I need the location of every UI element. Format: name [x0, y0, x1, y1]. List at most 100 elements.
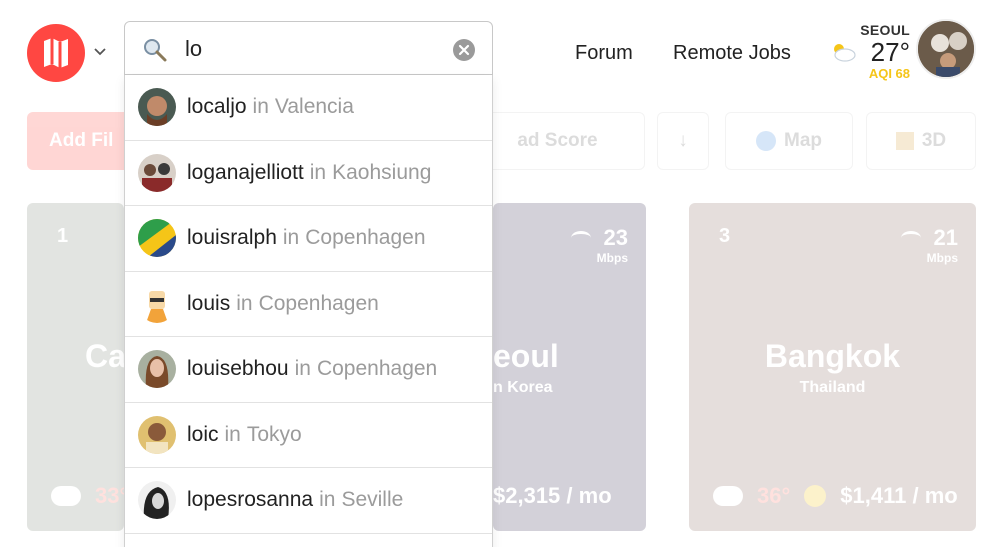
wifi-icon: [901, 231, 922, 245]
search-results-dropdown: localjo in Valencia loganajelliott in Ka…: [124, 75, 493, 547]
user-photo: [918, 21, 974, 77]
wifi-icon: [571, 231, 592, 245]
card-temp: 36°: [757, 483, 791, 508]
result-in: in: [309, 160, 327, 184]
search-input[interactable]: [185, 34, 435, 64]
card-speed-value: 21: [933, 225, 958, 250]
result-location: Copenhagen: [316, 357, 438, 381]
card-country: n Korea: [493, 379, 553, 396]
search-result-item[interactable]: localjo in Valencia: [125, 75, 492, 141]
sort-direction-label: ↓: [678, 130, 688, 151]
user-photo: [138, 88, 176, 127]
clear-search-button[interactable]: [453, 39, 475, 61]
search-result-item[interactable]: louisralph in Copenhagen: [125, 206, 492, 272]
result-avatar: [138, 415, 176, 454]
result-location: Copenhagen: [258, 291, 379, 315]
card-bottom: 36° $1,411 / mo: [713, 483, 958, 509]
result-in: in: [282, 226, 300, 250]
card-bg: [27, 203, 124, 531]
city-card-1[interactable]: 1 Ca 33°: [27, 203, 124, 531]
result-in: in: [236, 291, 253, 315]
weather-aqi: AQI 68: [868, 66, 910, 81]
card-city: eoul: [493, 338, 559, 374]
card-cost: $1,411 / mo: [840, 483, 958, 508]
card-rank: 3: [719, 225, 731, 247]
city-card-3[interactable]: 3 21 Mbps Bangkok Thailand 36° $1,411 / …: [689, 203, 976, 531]
cloud-icon: [713, 486, 743, 506]
result-avatar: [138, 350, 176, 389]
result-in: in: [252, 95, 269, 119]
result-location: Copenhagen: [305, 226, 426, 250]
result-avatar: [138, 481, 176, 520]
search-icon: [144, 39, 167, 62]
globe-icon: [756, 131, 776, 151]
nav-forum-link[interactable]: Forum: [575, 42, 633, 65]
map-logo-icon: [44, 38, 68, 68]
user-photo: [138, 219, 176, 258]
cube-icon: [895, 132, 914, 150]
result-username: louis: [187, 291, 231, 315]
user-photo: [138, 481, 176, 520]
card-speed-unit: Mbps: [926, 251, 958, 265]
sun-icon: [804, 485, 827, 507]
search-bar[interactable]: [124, 21, 493, 75]
weather-widget[interactable]: SEOUL 27° AQI 68: [830, 22, 910, 82]
sort-score-button[interactable]: ad Score: [470, 112, 645, 170]
3d-button[interactable]: 3D: [866, 112, 976, 170]
rain-cloud-icon: [51, 486, 81, 506]
user-avatar[interactable]: [916, 19, 976, 79]
result-location: Valencia: [274, 95, 354, 119]
add-filter-label: Add Fil: [49, 130, 114, 151]
map-label: Map: [784, 130, 822, 151]
card-speed: 21 Mbps: [901, 225, 958, 265]
search-result-item[interactable]: louisebhou in Copenhagen: [125, 337, 492, 403]
search-result-item[interactable]: louis in Copenhagen: [125, 272, 492, 337]
nomad-logo[interactable]: [27, 24, 85, 82]
result-location: Seville: [341, 488, 404, 512]
result-username: localjo: [187, 95, 247, 119]
nav-remote-jobs-link[interactable]: Remote Jobs: [673, 42, 791, 65]
card-speed-value: 23: [603, 225, 628, 250]
user-photo: [138, 350, 176, 389]
search-result-item[interactable]: loic in Tokyo: [125, 403, 492, 468]
card-bg: [493, 203, 646, 531]
user-photo: [138, 153, 176, 192]
city-card-2[interactable]: 23 Mbps eoul n Korea $2,315 / mo: [493, 203, 646, 531]
result-avatar: [138, 219, 176, 258]
result-avatar: [138, 153, 176, 192]
result-avatar: [138, 284, 176, 323]
user-photo: [138, 415, 176, 454]
result-username: loganajelliott: [187, 160, 304, 184]
card-bg: [689, 203, 976, 531]
card-speed-unit: Mbps: [596, 251, 628, 265]
result-in: in: [319, 488, 336, 512]
card-temp: 33°: [95, 483, 124, 508]
card-bottom: $2,315 / mo: [493, 483, 612, 509]
map-button[interactable]: Map: [725, 112, 853, 170]
result-username: louisralph: [187, 226, 277, 250]
result-location: Tokyo: [246, 422, 302, 446]
result-username: lopesrosanna: [187, 488, 314, 512]
3d-label: 3D: [921, 130, 947, 151]
sort-score-label: ad Score: [517, 130, 598, 151]
result-in: in: [224, 422, 241, 446]
search-result-item[interactable]: loganajelliott in Kaohsiung: [125, 141, 492, 206]
sort-direction-button[interactable]: ↓: [657, 112, 709, 170]
user-photo: [138, 284, 176, 323]
card-bottom: 33°: [51, 483, 124, 509]
partly-cloudy-icon: [834, 44, 856, 62]
result-in: in: [294, 357, 311, 381]
card-city: Bangkok: [764, 338, 901, 374]
weather-temp: 27°: [870, 37, 910, 67]
chevron-down-icon[interactable]: [93, 44, 107, 58]
result-avatar: [138, 88, 176, 127]
card-country: Thailand: [799, 379, 866, 396]
result-username: louisebhou: [187, 357, 289, 381]
weather-city: SEOUL: [860, 22, 910, 38]
result-username: loic: [187, 422, 219, 446]
search-result-item[interactable]: lopesrosanna in Seville: [125, 468, 492, 534]
card-speed: 23 Mbps: [571, 225, 628, 265]
card-cost: $2,315 / mo: [493, 483, 612, 508]
close-icon: [458, 44, 470, 56]
card-rank: 1: [57, 225, 69, 247]
